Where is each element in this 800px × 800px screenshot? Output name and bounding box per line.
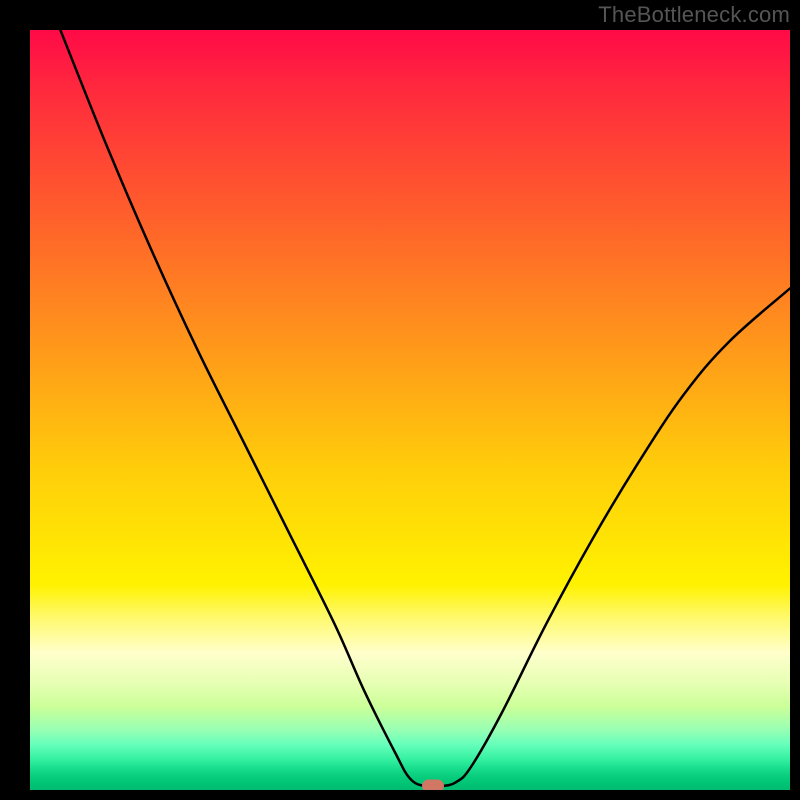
plot-area (30, 30, 790, 790)
attribution-text: TheBottleneck.com (598, 2, 790, 28)
optimum-marker (422, 780, 444, 790)
bottleneck-curve (30, 30, 790, 790)
